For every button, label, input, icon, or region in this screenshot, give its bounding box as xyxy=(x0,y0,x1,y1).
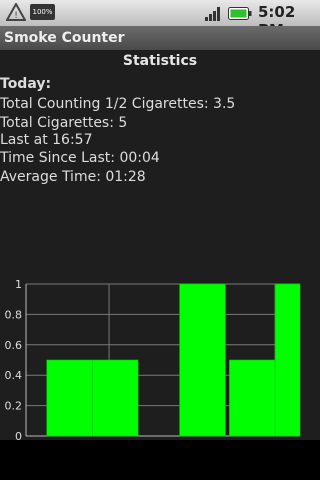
chart-bar xyxy=(179,283,226,437)
chart-y-tick-label: 0.6 xyxy=(5,339,23,352)
chart-y-tick-label: 0.4 xyxy=(5,369,23,382)
chart-y-tick-label: 0 xyxy=(15,430,22,440)
chart-bar xyxy=(274,283,301,437)
cigarette-chart: 00.20.40.60.8110121416 xyxy=(5,278,301,440)
stat-total-half-cigarettes: Total Counting 1/2 Cigarettes: 3.5 xyxy=(0,96,236,112)
screen-bottom xyxy=(0,440,320,480)
stat-average-time: Average Time: 01:28 xyxy=(0,169,146,185)
chart-y-tick-label: 0.2 xyxy=(5,400,23,413)
status-bar: ! 100% 5:02 PM xyxy=(0,0,320,39)
signal-icon xyxy=(205,7,220,21)
chart-bar xyxy=(46,359,93,437)
battery-icon xyxy=(228,7,252,20)
app-title-bar: Smoke Counter xyxy=(0,26,320,51)
chart-bar xyxy=(92,359,139,437)
chart-bar xyxy=(229,359,276,437)
page-title: Statistics xyxy=(122,53,198,69)
stat-time-since-last: Time Since Last: 00:04 xyxy=(0,150,160,166)
app-title: Smoke Counter xyxy=(4,30,125,46)
stat-last-at: Last at 16:57 xyxy=(0,132,93,148)
svg-text:!: ! xyxy=(14,11,18,21)
stat-total-cigarettes: Total Cigarettes: 5 xyxy=(0,115,128,131)
battery-icon: 100% xyxy=(30,4,55,20)
usb-debug-icon: ! xyxy=(6,3,26,21)
statistics-panel: Statistics Today: Total Counting 1/2 Cig… xyxy=(0,50,320,440)
chart-y-tick-label: 1 xyxy=(15,278,22,291)
today-label: Today: xyxy=(0,76,52,92)
chart-y-tick-label: 0.8 xyxy=(5,308,23,321)
